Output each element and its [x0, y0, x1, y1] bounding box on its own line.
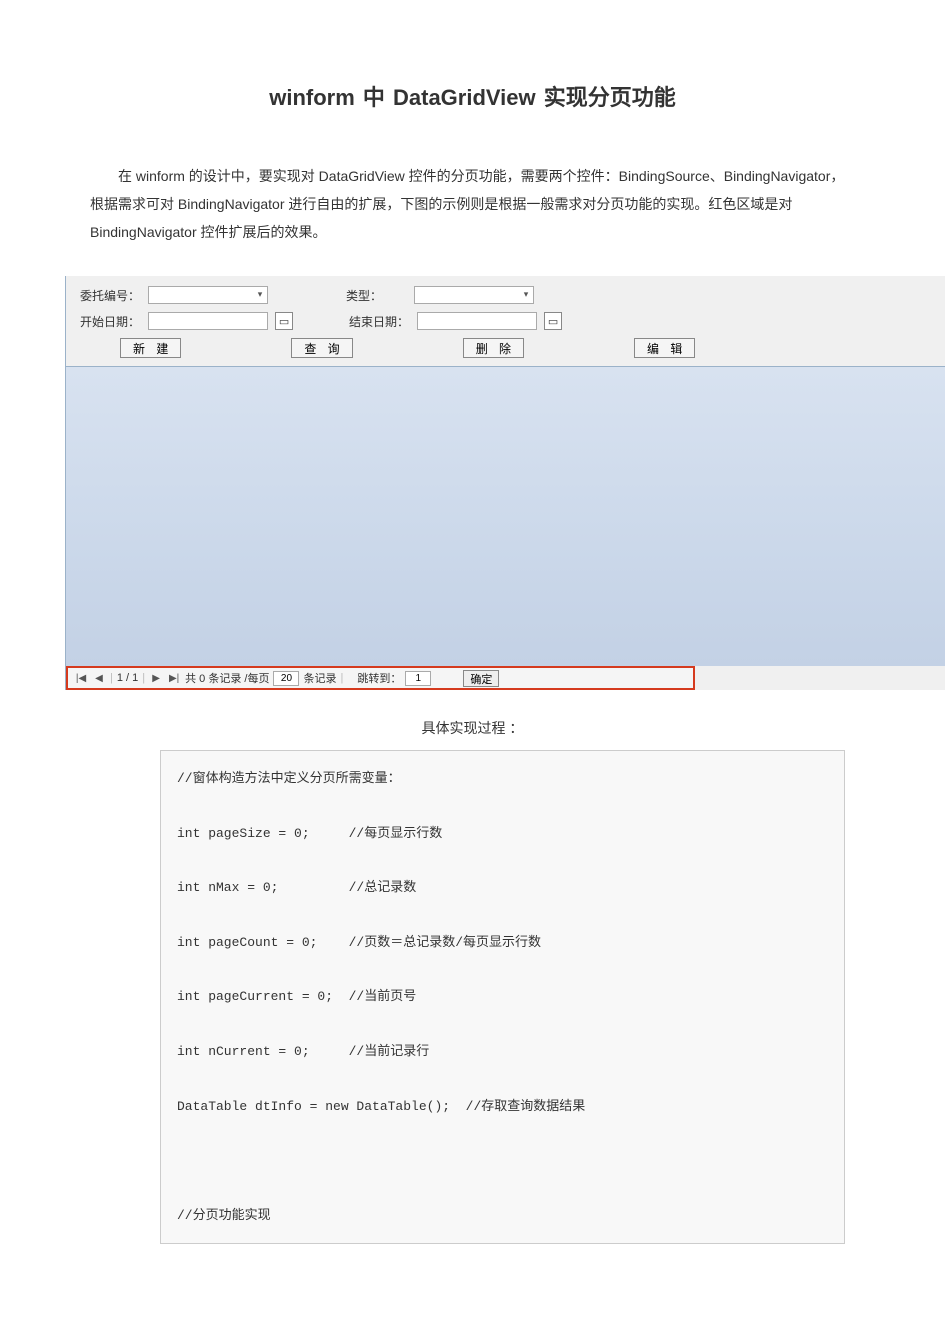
next-page-icon[interactable]: ▶: [149, 671, 163, 685]
filter-panel: 委托编号： ▾ 类型： ▾ 开始日期： ▭ 结束日期： ▭ 新 建 查 询: [66, 276, 945, 366]
datagridview[interactable]: [66, 366, 945, 666]
implementation-heading: 具体实现过程 ：: [90, 718, 855, 738]
jump-ok-button[interactable]: 确定: [463, 670, 499, 687]
page-title: winform 中 DataGridView 实现分页功能: [90, 80, 855, 112]
chevron-down-icon[interactable]: ▾: [521, 289, 531, 299]
total-records-suffix: 条记录: [303, 670, 336, 686]
last-page-icon[interactable]: ▶|: [167, 671, 181, 685]
edit-button[interactable]: 编 辑: [634, 338, 695, 358]
separator: |: [110, 672, 113, 684]
total-records-prefix: 共 0 条记录 /每页: [185, 670, 269, 686]
end-date-input[interactable]: [417, 312, 537, 330]
binding-navigator: |◀ ◀ | 1 / 1 | ▶ ▶| 共 0 条记录 /每页 条记录 | 跳转…: [66, 666, 695, 690]
intro-paragraph: 在 winform 的设计中，要实现对 DataGridView 控件的分页功能…: [90, 162, 855, 246]
page-position: 1 / 1: [117, 672, 138, 684]
first-page-icon[interactable]: |◀: [74, 671, 88, 685]
delete-button[interactable]: 删 除: [463, 338, 524, 358]
end-date-label: 结束日期：: [349, 313, 409, 330]
separator: |: [340, 672, 343, 684]
winform-screenshot: 委托编号： ▾ 类型： ▾ 开始日期： ▭ 结束日期： ▭ 新 建 查 询: [65, 276, 945, 690]
start-date-input[interactable]: [148, 312, 268, 330]
id-label: 委托编号：: [80, 287, 140, 304]
prev-page-icon[interactable]: ◀: [92, 671, 106, 685]
page-size-input[interactable]: [273, 671, 299, 686]
code-block: //窗体构造方法中定义分页所需变量： int pageSize = 0; //每…: [160, 750, 845, 1244]
query-button[interactable]: 查 询: [291, 338, 352, 358]
calendar-icon[interactable]: ▭: [275, 312, 293, 330]
type-combo[interactable]: [414, 286, 534, 304]
start-date-label: 开始日期：: [80, 313, 140, 330]
calendar-icon[interactable]: ▭: [544, 312, 562, 330]
separator: |: [142, 672, 145, 684]
jump-label: 跳转到：: [357, 670, 401, 686]
type-label: 类型：: [346, 287, 382, 304]
new-button[interactable]: 新 建: [120, 338, 181, 358]
jump-page-input[interactable]: [405, 671, 431, 686]
id-combo[interactable]: [148, 286, 268, 304]
chevron-down-icon[interactable]: ▾: [255, 289, 265, 299]
